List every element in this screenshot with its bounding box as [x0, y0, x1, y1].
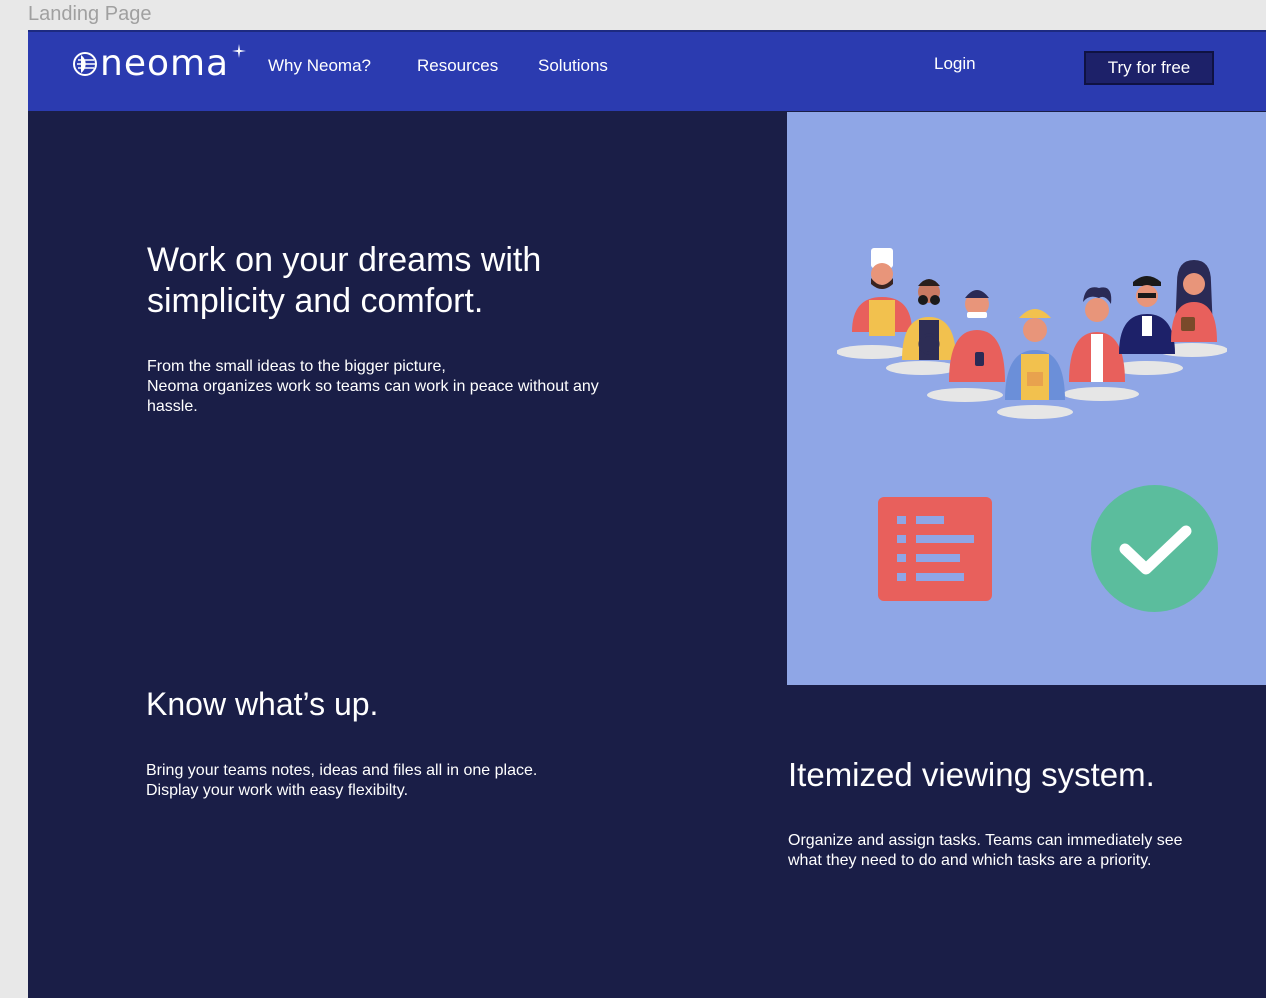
hero-title: Work on your dreams with simplicity and … — [147, 241, 542, 320]
team-of-workers-icon — [837, 248, 1227, 419]
itemized-description-line: what they need to do and which tasks are… — [788, 852, 1152, 869]
nav-link-solutions[interactable]: Solutions — [538, 55, 608, 77]
neoma-logo[interactable]: neoma — [72, 43, 246, 84]
task-list-lines — [897, 516, 974, 581]
know-whats-up-title: Know what’s up. — [146, 686, 379, 722]
illustration-panel — [787, 112, 1266, 685]
planet-logo-icon — [73, 52, 97, 76]
top-navbar: neoma Why Neoma? Resources Solutions Log… — [28, 30, 1266, 111]
hero-description-line: From the small ideas to the bigger pictu… — [147, 358, 446, 375]
itemized-viewing-title: Itemized viewing system. — [788, 756, 1155, 793]
checkmark-glyph — [1119, 525, 1192, 575]
login-link[interactable]: Login — [934, 53, 976, 75]
checkmark-icon — [1091, 485, 1218, 612]
frame-label: Landing Page — [28, 3, 152, 25]
task-list-icon — [878, 497, 992, 601]
itemized-description-line: Organize and assign tasks. Teams can imm… — [788, 832, 1183, 849]
nav-link-why-neoma[interactable]: Why Neoma? — [268, 55, 371, 77]
know-description-line: Bring your teams notes, ideas and files … — [146, 762, 538, 779]
nav-link-resources[interactable]: Resources — [417, 55, 498, 77]
try-for-free-button[interactable]: Try for free — [1084, 51, 1214, 85]
hero-description-line: Neoma organizes work so teams can work i… — [147, 378, 599, 415]
logo-wordmark: neoma — [100, 43, 230, 84]
sparkle-icon — [232, 44, 246, 58]
hero-description: From the small ideas to the bigger pictu… — [147, 357, 627, 417]
itemized-viewing-description: Organize and assign tasks. Teams can imm… — [788, 831, 1228, 871]
know-description-line: Display your work with easy flexibilty. — [146, 782, 409, 799]
know-whats-up-description: Bring your teams notes, ideas and files … — [146, 761, 606, 801]
landing-page-frame: neoma Why Neoma? Resources Solutions Log… — [28, 30, 1266, 998]
